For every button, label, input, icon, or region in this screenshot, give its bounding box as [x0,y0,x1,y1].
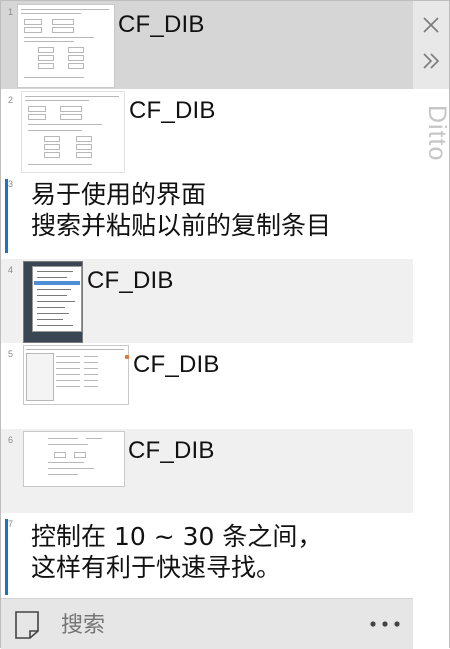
clip-text-line: 控制在 10 ~ 30 条之间， [31,522,323,551]
clip-item[interactable]: 6 CF_DIB [1,429,413,513]
document-button[interactable] [13,609,41,641]
clip-index: 2 [8,95,14,105]
clip-thumbnail [23,431,125,487]
expand-button[interactable] [417,47,445,75]
clip-item[interactable]: 4 CF_DIB [1,259,413,343]
clip-format-label: CF_DIB [133,351,220,378]
clip-format-label: CF_DIB [87,267,174,294]
clip-index: 5 [8,349,14,359]
clip-list: 1 CF_DIB 2 CF_DIB 3 易于使用的界面 搜索并粘贴以前的复制条目… [1,1,413,598]
clip-accent-bar [5,179,8,253]
clip-text-line: 这样有利于快速寻找。 [31,553,282,582]
clip-item[interactable]: 7 控制在 10 ~ 30 条之间， 这样有利于快速寻找。 [1,513,413,598]
clip-index: 1 [8,7,14,17]
more-icon [370,621,400,627]
clip-index: 6 [8,435,14,445]
clip-accent-bar [5,519,8,595]
clip-index: 7 [8,519,14,529]
clip-item[interactable]: 1 CF_DIB [1,1,413,89]
clip-item[interactable]: 5 CF_DIB [1,343,413,429]
clip-text: 控制在 10 ~ 30 条之间， 这样有利于快速寻找。 [31,521,322,583]
clip-format-label: CF_DIB [128,437,215,464]
sidebar: Ditto [413,1,450,649]
clip-index: 4 [8,265,14,275]
clip-thumbnail [21,91,125,173]
clip-thumbnail [23,261,83,343]
double-chevron-right-icon [423,53,440,69]
clip-text-line: 搜索并粘贴以前的复制条目 [31,211,332,240]
clip-marker-icon [125,355,129,359]
clip-text-line: 易于使用的界面 [31,180,207,209]
close-button[interactable] [417,11,445,39]
clip-format-label: CF_DIB [129,97,216,124]
ditto-window: 1 CF_DIB 2 CF_DIB 3 易于使用的界面 搜索并粘贴以前的复制条目… [0,0,450,649]
clip-thumbnail [17,4,115,88]
clip-text: 易于使用的界面 搜索并粘贴以前的复制条目 [31,179,331,241]
search-bar [1,598,413,649]
window-title: Ditto [423,105,450,162]
document-icon [15,611,39,639]
clip-index: 3 [8,179,14,189]
clip-item[interactable]: 2 CF_DIB [1,89,413,173]
clip-item[interactable]: 3 易于使用的界面 搜索并粘贴以前的复制条目 [1,173,413,259]
more-button[interactable] [365,609,405,639]
sidebar-controls [413,1,449,89]
clip-format-label: CF_DIB [118,11,205,38]
clip-thumbnail [23,345,129,405]
close-icon [423,17,439,33]
search-input[interactable] [59,607,363,643]
